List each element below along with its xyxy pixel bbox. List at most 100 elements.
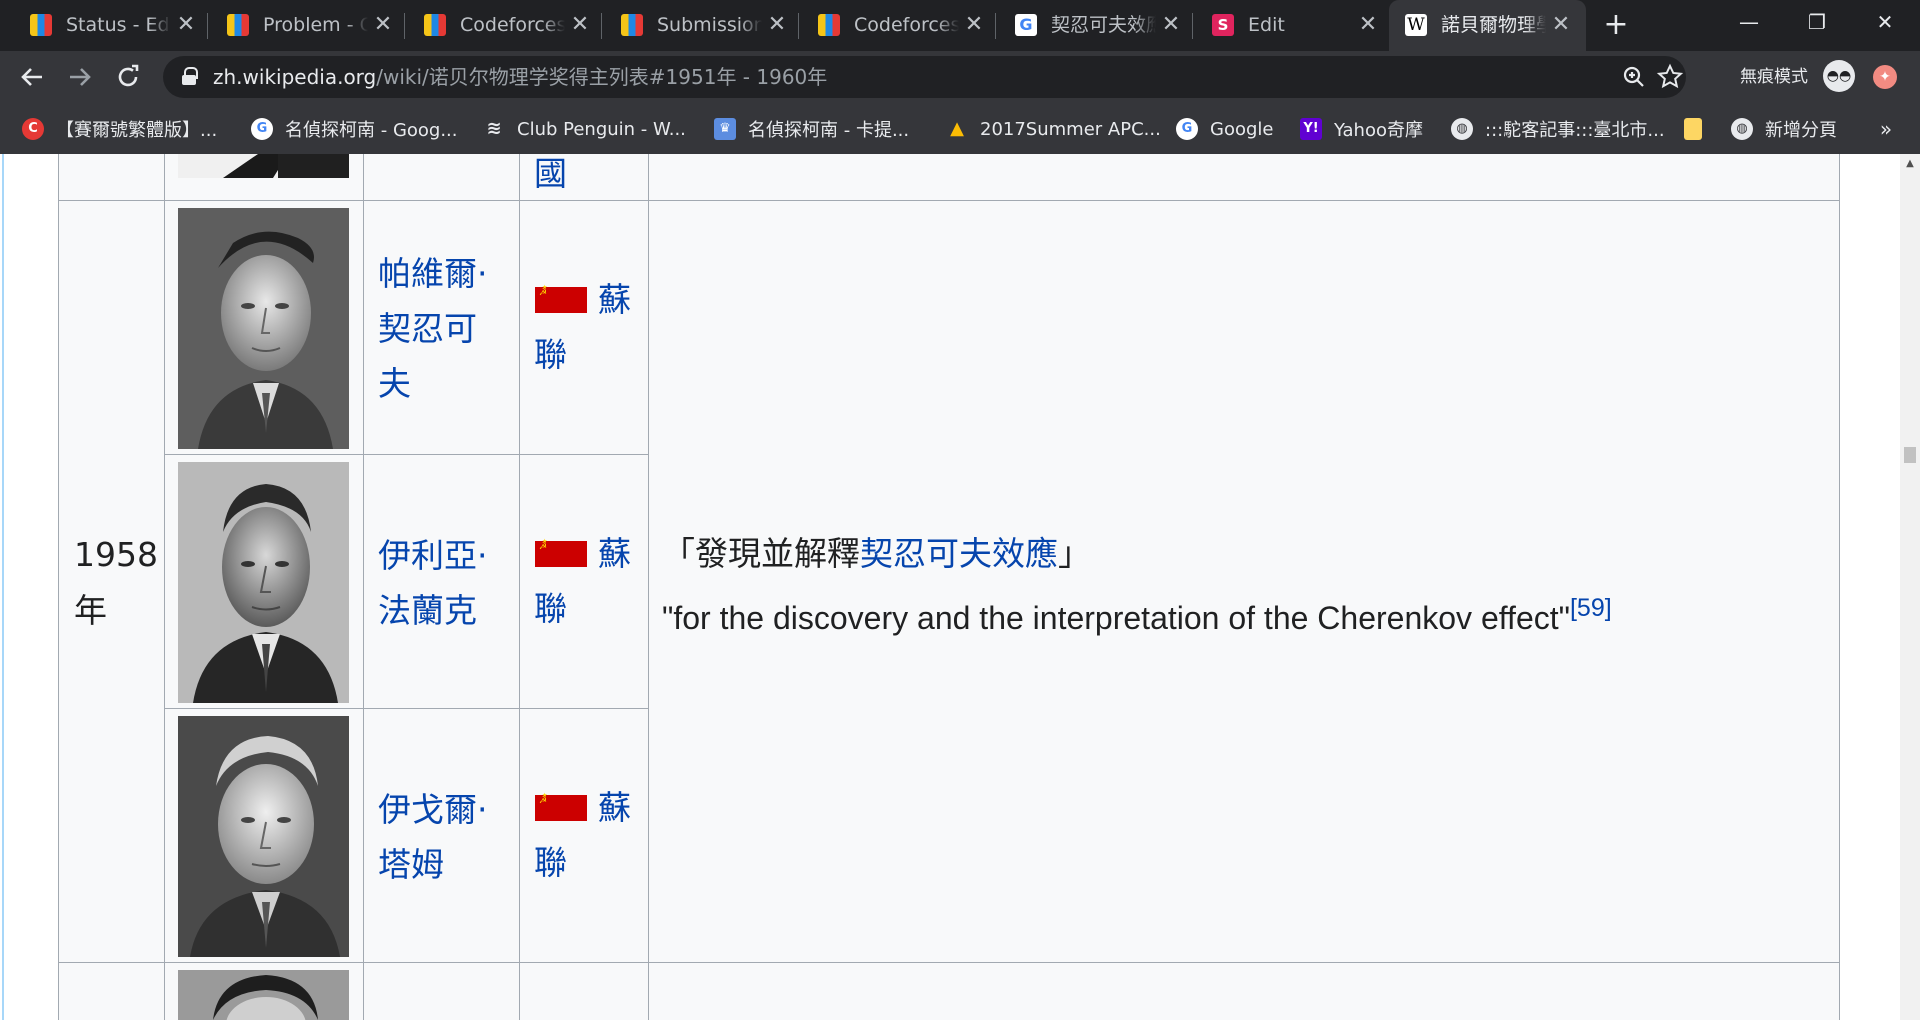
s-icon: S — [1212, 14, 1234, 36]
codeforces-icon — [621, 14, 643, 36]
table-border — [164, 454, 649, 455]
bookmark-item[interactable]: G Google — [1176, 115, 1273, 143]
bookmarks-overflow-button[interactable]: » — [1872, 115, 1900, 143]
year-label: 1958 — [74, 535, 158, 574]
restore-button[interactable]: ❐ — [1784, 0, 1850, 44]
star-icon[interactable] — [1655, 62, 1685, 92]
country-link[interactable]: 聯 — [534, 327, 567, 382]
codeforces-icon — [227, 14, 249, 36]
laureate-photo[interactable] — [178, 970, 349, 1020]
close-icon[interactable]: ✕ — [1551, 12, 1571, 38]
google-icon: G — [1015, 14, 1037, 36]
year-suffix: 年 — [74, 591, 107, 630]
table-border — [58, 200, 1840, 201]
country-link[interactable]: 聯 — [534, 581, 567, 636]
laureate-name-link[interactable]: 契忍可 — [378, 301, 477, 356]
country-link[interactable]: 蘇 — [598, 272, 631, 327]
close-icon[interactable]: ✕ — [176, 12, 196, 38]
bookmarks-bar: C 【賽爾號繁體版】... G 名偵探柯南 - Goog... ≋ Club P… — [0, 103, 1920, 154]
scroll-up-arrow-icon[interactable]: ▲ — [1900, 154, 1920, 174]
laureate-name-link[interactable]: 塔姆 — [378, 837, 444, 892]
drive-icon: ▲ — [950, 118, 964, 139]
close-icon[interactable]: ✕ — [1161, 12, 1181, 38]
bookmark-folder[interactable] — [1684, 115, 1714, 143]
bookmark-item[interactable]: ≋ Club Penguin - W... — [483, 115, 686, 143]
laureate-name-link[interactable]: 法蘭克 — [378, 583, 477, 638]
bookmark-item[interactable]: G 名偵探柯南 - Goog... — [251, 115, 458, 143]
bookmark-label: Club Penguin - W... — [517, 118, 686, 140]
tab-codeforces-2[interactable]: Codeforces ✕ — [788, 0, 985, 51]
citation-zh-close: 」 — [1058, 534, 1091, 573]
country-link[interactable]: 蘇 — [598, 526, 631, 581]
laureate-photo[interactable] — [178, 208, 349, 449]
codeforces-icon — [30, 14, 52, 36]
country-link[interactable]: 聯 — [534, 835, 567, 890]
bookmark-label: 2017Summer APC... — [980, 118, 1161, 140]
reference-link[interactable]: [59] — [1570, 594, 1612, 622]
zoom-icon[interactable] — [1619, 62, 1649, 92]
close-icon[interactable]: ✕ — [373, 12, 393, 38]
bookmark-item[interactable]: Y! Yahoo奇摩 — [1300, 115, 1423, 143]
tab-google-search[interactable]: G 契忍可夫效應 ✕ — [985, 0, 1182, 51]
laureate-name-link[interactable]: 夫 — [378, 356, 411, 411]
country-link[interactable]: 國 — [534, 154, 567, 201]
crown-icon: ♛ — [714, 118, 736, 140]
tab-title: Submission — [657, 12, 762, 38]
bookmark-item[interactable]: ♛ 名偵探柯南 - 卡提... — [714, 115, 909, 143]
table-border — [58, 962, 1840, 963]
close-icon[interactable]: ✕ — [767, 12, 787, 38]
tab-submission[interactable]: Submission ✕ — [591, 0, 788, 51]
wikipedia-icon: W — [1405, 14, 1427, 36]
incognito-icon[interactable]: ◓◓ — [1823, 60, 1855, 92]
page-scrollbar[interactable]: ▲ — [1900, 154, 1920, 1020]
forward-button[interactable] — [62, 59, 98, 95]
reload-button[interactable] — [110, 59, 146, 95]
yahoo-icon: Y! — [1300, 118, 1322, 140]
bookmark-item[interactable]: ◍ 新增分頁 — [1731, 115, 1837, 143]
tab-edit[interactable]: S Edit ✕ — [1182, 0, 1379, 51]
laureate-name-link[interactable]: 伊利亞· — [378, 528, 488, 583]
content-border — [2, 154, 4, 1020]
scrollbar-thumb[interactable] — [1904, 447, 1916, 463]
laureate-name-link[interactable]: 帕維爾· — [378, 246, 488, 301]
bookmark-item[interactable]: ▲ 2017Summer APC... — [946, 115, 1161, 143]
table-border — [363, 154, 364, 1020]
window-close-button[interactable]: ✕ — [1852, 0, 1918, 44]
laureate-photo[interactable] — [178, 716, 349, 957]
minimize-button[interactable]: — — [1716, 0, 1782, 44]
country-link[interactable]: 蘇 — [598, 780, 631, 835]
citation-zh-open: 「發現並解釋 — [662, 534, 860, 573]
arrow-left-icon — [21, 68, 42, 86]
tab-status[interactable]: Status - Educational Codeforces ✕ — [0, 0, 197, 51]
citation-en-text: "for the discovery and the interpretatio… — [662, 600, 1570, 636]
laureate-name-link[interactable]: 伊戈爾· — [378, 782, 488, 837]
tab-title: Codeforces — [854, 12, 959, 38]
address-bar[interactable]: zh.wikipedia.org/wiki/诺贝尔物理学奖得主列表#1951年 … — [163, 56, 1686, 98]
bookmark-label: Yahoo奇摩 — [1334, 120, 1423, 141]
close-icon[interactable]: ✕ — [1358, 12, 1378, 38]
url-host: zh.wikipedia.org — [213, 65, 377, 89]
table-border — [648, 154, 649, 1020]
url-path: /wiki/诺贝尔物理学奖得主列表#1951年 - 1960年 — [376, 65, 828, 89]
tab-codeforces-1[interactable]: Codeforces ✕ — [394, 0, 591, 51]
bookmark-label: 名偵探柯南 - 卡提... — [748, 120, 910, 141]
new-tab-button[interactable]: + — [1600, 10, 1632, 42]
laureate-photo[interactable] — [178, 462, 349, 703]
laureate-photo[interactable] — [178, 154, 349, 178]
tab-problem[interactable]: Problem - G - Codeforces ✕ — [197, 0, 394, 51]
globe-icon: ◍ — [1451, 118, 1473, 140]
incognito-label[interactable]: 無痕模式 — [1740, 64, 1808, 90]
bookmark-item[interactable]: C 【賽爾號繁體版】... — [22, 115, 217, 143]
extension-icon[interactable]: ✦ — [1873, 65, 1897, 89]
cherenkov-effect-link[interactable]: 契忍可夫效應 — [860, 534, 1058, 573]
url-text[interactable]: zh.wikipedia.org/wiki/诺贝尔物理学奖得主列表#1951年 … — [213, 64, 827, 90]
bookmark-item[interactable]: ◍ :::駝客記事:::臺北市... — [1451, 115, 1665, 143]
table-border — [164, 708, 649, 709]
tab-title: Status - Educational Codeforces — [66, 12, 171, 38]
table-border — [164, 154, 165, 1020]
tab-wikipedia[interactable]: W 諾貝爾物理學獎 ✕ — [1389, 0, 1586, 51]
back-button[interactable] — [14, 59, 50, 95]
close-icon[interactable]: ✕ — [570, 12, 590, 38]
close-icon[interactable]: ✕ — [964, 12, 984, 38]
table-border — [1839, 154, 1840, 1020]
